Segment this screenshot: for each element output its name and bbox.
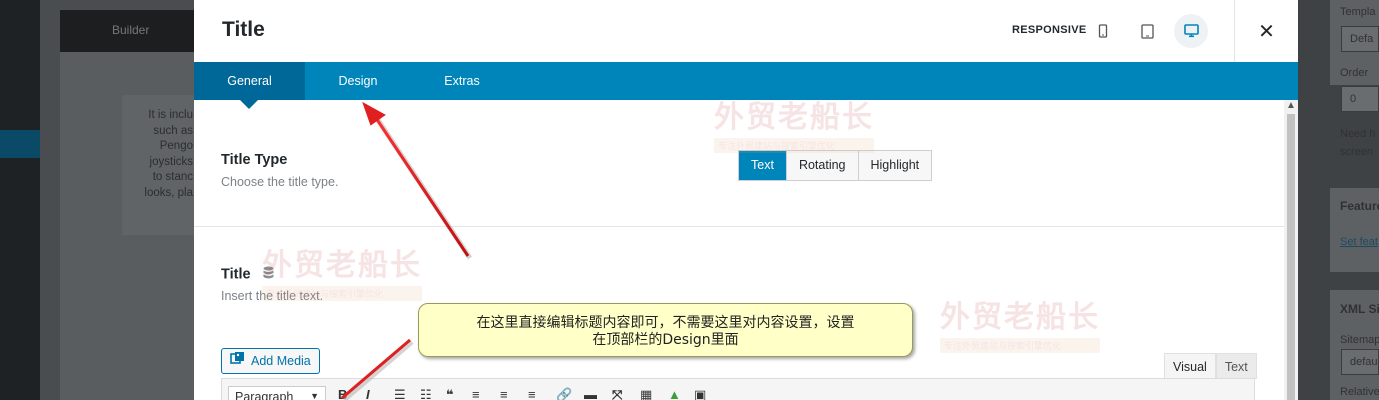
title-type-text-button[interactable]: Text <box>739 151 786 180</box>
close-icon: ✕ <box>1258 20 1275 43</box>
visual-tab[interactable]: Visual <box>1164 353 1216 379</box>
title-type-heading: Title Type <box>221 152 288 168</box>
callout-line-2: 在顶部栏的Design里面 <box>592 332 739 348</box>
relative-label: Relative <box>1340 386 1379 398</box>
modal-tabs: General Design Extras <box>194 62 1298 109</box>
order-label: Order <box>1340 67 1369 79</box>
gallery-icon[interactable]: ▣ <box>694 387 706 400</box>
toolbar-toggle-icon[interactable]: ▦ <box>640 387 652 400</box>
bg-text-line: such as <box>153 124 193 137</box>
template-label: Templa <box>1340 6 1376 18</box>
tab-general[interactable]: General <box>194 62 305 109</box>
builder-tab-label: Builder <box>112 23 150 37</box>
title-field-description: Insert the title text. <box>221 289 324 303</box>
mobile-icon[interactable] <box>1086 14 1120 48</box>
add-media-button[interactable]: Add Media <box>221 348 320 374</box>
editor-toolbar: Paragraph ▼ B I ☰ ☷ ❝ ≡ ≡ ≡ 🔗 ▬ ⤧ ▦ ▲ ▣ <box>221 378 1255 400</box>
title-type-section: Title Type Choose the title type. Text R… <box>194 100 1284 227</box>
close-button[interactable]: ✕ <box>1234 0 1298 62</box>
template-select[interactable]: Defa <box>1341 26 1379 52</box>
bg-text-line: Pengo <box>159 140 193 152</box>
xml-heading: XML Si <box>1340 302 1379 316</box>
tab-extras[interactable]: Extras <box>411 62 513 100</box>
callout-line-1: 在这里直接编辑标题内容即可，不需要这里对内容设置，设置 <box>476 315 855 331</box>
italic-icon[interactable]: I <box>366 387 370 400</box>
title-type-options: Text Rotating Highlight <box>738 150 933 181</box>
set-featured-link[interactable]: Set feat <box>1340 236 1378 248</box>
background-text: It is inclu such as Pengo joysticks to s… <box>0 108 195 201</box>
align-right-icon[interactable]: ≡ <box>528 387 536 400</box>
annotation-callout: 在这里直接编辑标题内容即可，不需要这里对内容设置，设置 在顶部栏的Design里… <box>418 303 913 357</box>
scroll-up-icon[interactable]: ▲ <box>1286 100 1296 111</box>
bg-text-line: It is inclu <box>148 109 193 121</box>
tablet-icon[interactable] <box>1130 14 1164 48</box>
bg-text-line: to stanc <box>152 171 193 183</box>
featured-heading: Feature <box>1340 199 1379 213</box>
title-type-description: Choose the title type. <box>221 175 339 189</box>
title-field-heading: Title <box>221 266 274 283</box>
modal-title: Title <box>222 18 265 41</box>
align-center-icon[interactable]: ≡ <box>500 387 508 400</box>
fullscreen-icon[interactable]: ⤧ <box>612 387 622 400</box>
help-text-line1: Need h <box>1340 128 1376 140</box>
builder-tab[interactable]: Builder <box>60 10 195 60</box>
add-media-icon <box>230 349 245 373</box>
modal-scrollbar[interactable]: ▲ <box>1284 100 1298 400</box>
bg-text-line: joysticks <box>149 155 193 168</box>
title-field-heading-text: Title <box>221 266 251 283</box>
link-icon[interactable]: 🔗 <box>556 387 572 400</box>
title-type-highlight-button[interactable]: Highlight <box>857 151 932 180</box>
read-more-icon[interactable]: ▬ <box>584 387 597 400</box>
bullet-list-icon[interactable]: ☰ <box>394 387 406 400</box>
add-media-label: Add Media <box>251 354 311 368</box>
database-icon[interactable] <box>263 266 274 283</box>
blockquote-icon[interactable]: ❝ <box>446 387 454 400</box>
scrollbar-thumb[interactable] <box>1287 114 1295 400</box>
shortcode-icon[interactable]: ▲ <box>668 387 681 400</box>
align-left-icon[interactable]: ≡ <box>472 387 480 400</box>
bg-text-line: looks, pla <box>144 186 193 199</box>
responsive-label: RESPONSIVE <box>1012 24 1087 36</box>
format-select[interactable]: Paragraph ▼ <box>228 386 326 400</box>
title-type-rotating-button[interactable]: Rotating <box>785 151 858 180</box>
tab-extras-label: Extras <box>444 74 480 88</box>
editor-mode-tabs: Visual Text <box>1164 353 1257 379</box>
tab-general-label: General <box>227 74 272 88</box>
help-text-line2: screen <box>1340 146 1374 158</box>
order-input[interactable]: 0 <box>1341 86 1379 112</box>
tab-design[interactable]: Design <box>305 62 411 100</box>
chevron-down-icon: ▼ <box>310 391 319 400</box>
modal-header: Title RESPONSIVE ✕ <box>194 0 1298 62</box>
format-select-value: Paragraph <box>235 390 294 400</box>
bold-icon[interactable]: B <box>338 387 347 400</box>
sitemap-label: Sitemap <box>1340 334 1379 346</box>
text-tab[interactable]: Text <box>1215 353 1257 379</box>
sitemap-select[interactable]: defau <box>1341 349 1379 375</box>
tab-design-label: Design <box>338 74 378 88</box>
numbered-list-icon[interactable]: ☷ <box>420 387 432 400</box>
desktop-icon[interactable] <box>1174 14 1208 48</box>
